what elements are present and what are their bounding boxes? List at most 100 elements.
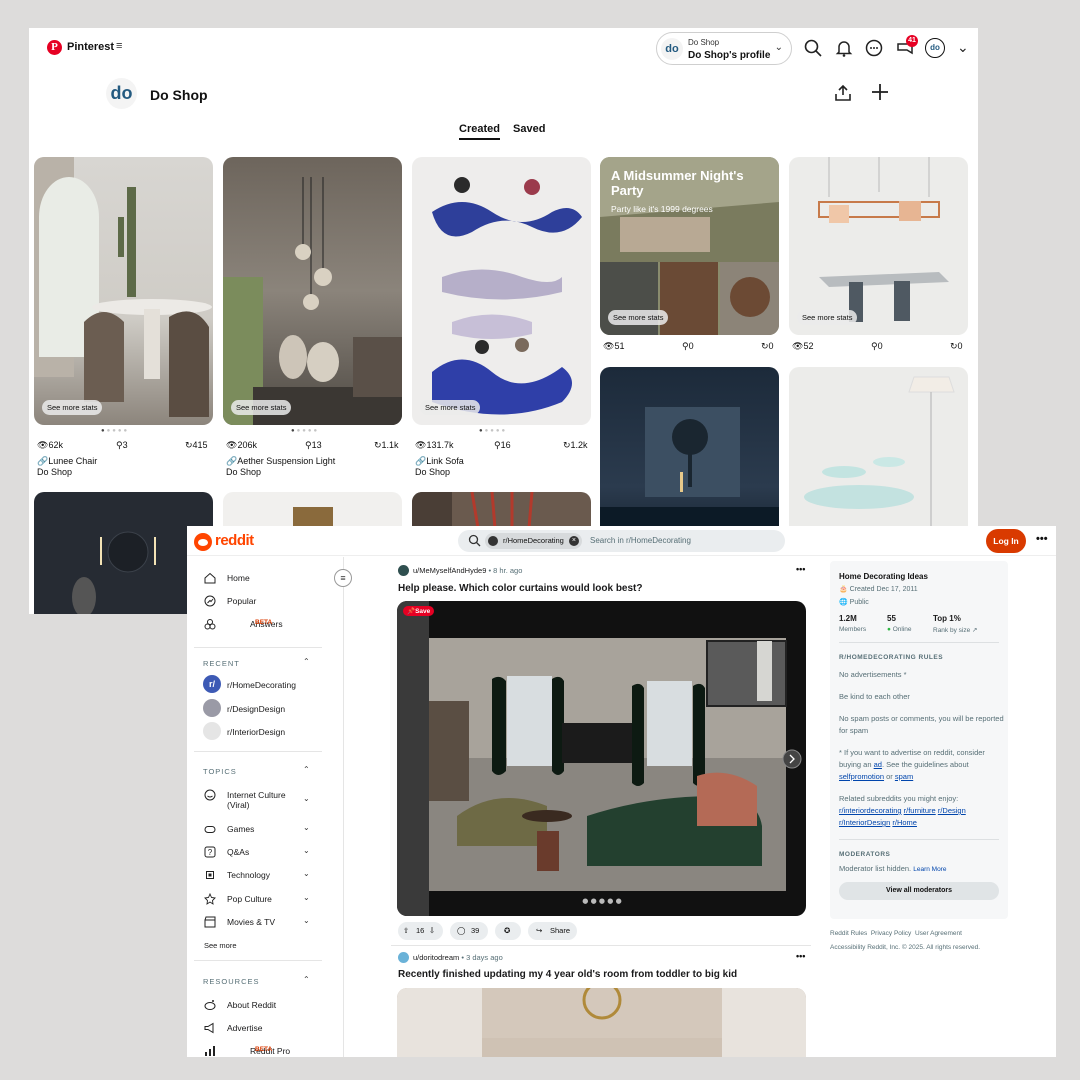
related-link[interactable]: r/Home <box>892 818 917 827</box>
spam-link[interactable]: spam <box>895 772 913 781</box>
messages-icon[interactable] <box>864 38 884 58</box>
pin-title[interactable]: 🔗Link Sofa <box>415 456 464 467</box>
pin-card[interactable]: See more stats <box>412 157 591 425</box>
share-icon[interactable] <box>834 84 852 102</box>
post-options-icon[interactable]: ••• <box>796 564 805 574</box>
rank-label[interactable]: Rank by size ↗ <box>933 626 977 634</box>
share-button[interactable]: ↪ Share <box>528 922 577 940</box>
moderators-heading: MODERATORS <box>839 851 891 858</box>
search-icon <box>468 534 481 547</box>
search-input[interactable]: r/HomeDecorating × Search in r/HomeDecor… <box>458 530 785 552</box>
bell-icon[interactable] <box>834 38 854 58</box>
pin-card[interactable]: See more stats <box>789 157 968 335</box>
created-date: 🎂 Created Dec 17, 2011 <box>839 586 918 593</box>
menu-icon[interactable]: ≡ <box>116 40 122 52</box>
chevron-down-icon[interactable]: ⌄ <box>303 916 310 925</box>
views-value: 131.7k <box>426 440 454 450</box>
pin-title[interactable]: 🔗Aether Suspension Light <box>226 456 335 467</box>
view-moderators-button[interactable]: View all moderators <box>839 882 999 900</box>
close-icon[interactable]: × <box>568 536 579 546</box>
living-room-photo: ● ● ● ● ● <box>397 601 802 916</box>
pinterest-brand[interactable]: Pinterest <box>67 41 114 53</box>
pin-card[interactable]: A Midsummer Night's Party Party like it'… <box>600 157 779 335</box>
related-link[interactable]: r/InteriorDesign <box>839 818 890 827</box>
selfpromotion-link[interactable]: selfpromotion <box>839 772 884 781</box>
footer-link-privacy[interactable]: Privacy Policy <box>871 930 911 937</box>
divider <box>194 960 322 961</box>
chevron-down-icon[interactable]: ⌄ <box>957 39 969 56</box>
rank-value: Top 1% <box>933 614 961 623</box>
save-button[interactable]: 📌Save <box>403 606 435 616</box>
rule-2[interactable]: Be kind to each other <box>839 691 1004 703</box>
more-options-icon[interactable]: ••• <box>1036 533 1048 545</box>
home-icon <box>204 572 216 584</box>
carousel-dots: ●●●●● <box>479 428 508 434</box>
sidebar-item-label-line2: (Viral) <box>227 800 250 810</box>
related-link[interactable]: r/furniture <box>904 806 936 815</box>
chevron-down-icon[interactable]: ⌄ <box>303 846 310 855</box>
chevron-down-icon[interactable]: ⌄ <box>303 823 310 832</box>
sidebar-item-label: Home <box>227 573 250 583</box>
account-switcher[interactable]: do Do Shop Do Shop's profile ⌄ <box>656 32 792 65</box>
pin-owner[interactable]: Do Shop <box>226 467 261 477</box>
see-more-stats-button[interactable]: See more stats <box>797 310 858 325</box>
avatar[interactable]: do <box>925 38 945 58</box>
login-button[interactable]: Log In <box>986 529 1026 553</box>
chevron-down-icon[interactable]: ⌄ <box>303 794 310 803</box>
vote-control[interactable]: ⇧ 16 ⇩ <box>398 922 443 940</box>
chevron-down-icon[interactable]: ⌄ <box>303 893 310 902</box>
carousel-dots: ●●●●● <box>101 428 130 434</box>
post-options-icon[interactable]: ••• <box>796 951 805 961</box>
pinterest-logo-icon[interactable]: P <box>47 40 62 55</box>
post-title[interactable]: Help please. Which color curtains would … <box>398 583 642 594</box>
clicks-stat: ↻1.1k <box>374 440 399 450</box>
section-heading-resources: RESOURCES <box>203 977 260 986</box>
pin-title[interactable]: 🔗Lunee Chair <box>37 456 97 467</box>
reddit-wordmark[interactable]: reddit <box>215 532 254 549</box>
ad-link[interactable]: ad <box>874 760 882 769</box>
footer-link-rules[interactable]: Reddit Rules <box>830 930 867 937</box>
pin-owner[interactable]: Do Shop <box>415 467 450 477</box>
reddit-logo-icon[interactable] <box>194 533 212 551</box>
clicks-value: 1.2k <box>570 440 588 450</box>
tab-saved[interactable]: Saved <box>513 123 545 135</box>
pin-title-text: Lunee Chair <box>48 456 98 466</box>
see-more-stats-button[interactable]: See more stats <box>608 310 669 325</box>
subreddit-chip-label: r/HomeDecorating <box>503 536 564 545</box>
related-link[interactable]: r/Design <box>938 806 966 815</box>
award-button[interactable]: ✪ <box>495 922 521 940</box>
downvote-icon[interactable]: ⇩ <box>429 922 435 940</box>
pin-card[interactable]: See more stats <box>34 157 213 425</box>
subreddit-filter-chip[interactable]: r/HomeDecorating × <box>485 533 582 549</box>
chevron-up-icon[interactable]: ⌃ <box>303 657 310 666</box>
related-link[interactable]: r/interiordecorating <box>839 806 902 815</box>
see-more-stats-button[interactable]: See more stats <box>42 400 103 415</box>
avatar[interactable] <box>398 565 409 576</box>
comments-button[interactable]: ◯ 39 <box>450 922 488 940</box>
chevron-down-icon[interactable]: ⌄ <box>303 869 310 878</box>
rule-4-text-b: . See the guidelines about <box>881 760 969 769</box>
avatar[interactable] <box>398 952 409 963</box>
post-image[interactable] <box>397 988 806 1057</box>
chevron-up-icon[interactable]: ⌃ <box>303 975 310 984</box>
tab-created[interactable]: Created <box>459 123 500 140</box>
footer-link-agreement[interactable]: User Agreement <box>915 930 962 937</box>
see-more-stats-button[interactable]: See more stats <box>231 400 292 415</box>
rule-3[interactable]: No spam posts or comments, you will be r… <box>839 713 1004 737</box>
comment-icon: ◯ <box>457 926 466 935</box>
upvote-icon[interactable]: ⇧ <box>403 922 409 940</box>
chevron-up-icon[interactable]: ⌃ <box>303 765 310 774</box>
collapse-sidebar-button[interactable]: ≡ <box>334 569 352 587</box>
subreddit-avatar <box>203 722 221 740</box>
plus-icon[interactable] <box>871 83 889 101</box>
see-more-stats-button[interactable]: See more stats <box>420 400 481 415</box>
clicks-stat: ↻0 <box>761 341 774 351</box>
pin-owner[interactable]: Do Shop <box>37 467 72 477</box>
footer-copyright: Accessibility Reddit, Inc. © 2025. All r… <box>830 944 981 951</box>
post-title[interactable]: Recently finished updating my 4 year old… <box>398 969 737 980</box>
pin-card[interactable]: See more stats <box>223 157 402 425</box>
rule-1[interactable]: No advertisements * <box>839 669 1004 681</box>
learn-more-link[interactable]: Learn More <box>913 866 946 873</box>
post-image[interactable]: ● ● ● ● ● 📌Save <box>397 601 806 916</box>
search-icon[interactable] <box>803 38 823 58</box>
